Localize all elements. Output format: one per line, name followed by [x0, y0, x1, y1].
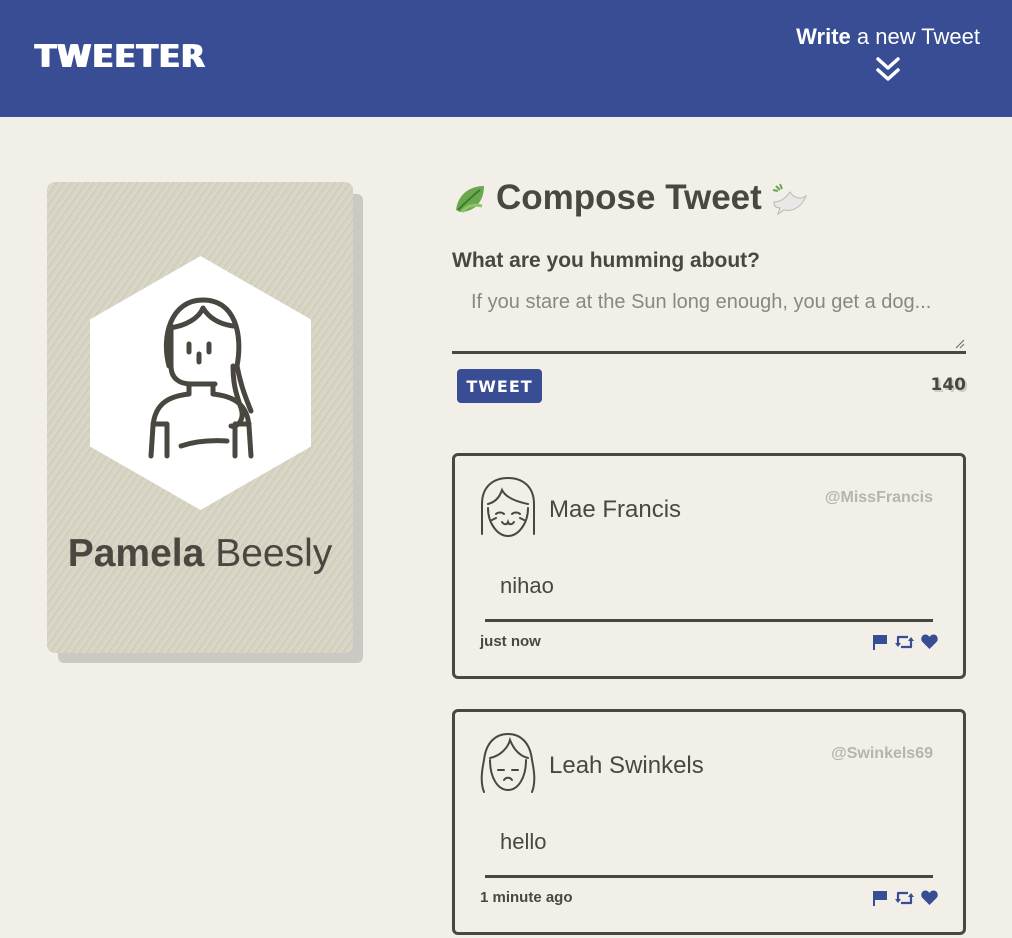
user-avatar-icon — [481, 476, 535, 538]
heart-icon[interactable] — [920, 889, 939, 906]
tweet-submit-button[interactable]: TWEET — [457, 369, 542, 403]
write-new-tweet-toggle[interactable]: Write a new Tweet — [796, 24, 980, 84]
character-counter: 140 — [930, 375, 967, 395]
flag-icon[interactable] — [870, 633, 889, 650]
leaf-icon — [456, 186, 484, 213]
tweet-author-name: Leah Swinkels — [549, 752, 704, 779]
write-label-bold: Write — [796, 24, 851, 49]
retweet-icon[interactable] — [895, 633, 914, 650]
compose-prompt: What are you humming about? — [452, 249, 760, 272]
profile-avatar-frame — [90, 256, 311, 510]
retweet-icon[interactable] — [895, 889, 914, 906]
tweet-card: Leah Swinkels @Swinkels69 hello 1 minute… — [452, 709, 966, 935]
tweet-card: Mae Francis @MissFrancis nihao just now — [452, 453, 966, 679]
brand-logo[interactable]: TWEETER — [35, 39, 206, 75]
tweet-text-input[interactable] — [452, 285, 966, 354]
profile-last-name: Beesly — [215, 532, 333, 575]
tweet-timestamp: just now — [480, 633, 541, 650]
tweet-author-name: Mae Francis — [549, 496, 682, 523]
tweet-author-handle: @MissFrancis — [824, 489, 933, 506]
tweet-author-handle: @Swinkels69 — [831, 745, 933, 762]
profile-card: Pamela Beesly — [47, 182, 353, 653]
dove-icon — [772, 183, 807, 216]
tweet-actions — [870, 633, 939, 650]
compose-title: Compose Tweet — [452, 176, 808, 220]
tweet-divider — [485, 875, 933, 878]
tweet-divider — [485, 619, 933, 622]
tweet-actions — [870, 889, 939, 906]
profile-name: Pamela Beesly — [47, 532, 353, 576]
flag-icon[interactable] — [870, 889, 889, 906]
profile-first-name: Pamela — [67, 532, 205, 575]
compose-title-text: Compose Tweet — [496, 178, 762, 217]
profile-avatar-icon — [148, 297, 254, 459]
tweet-timestamp: 1 minute ago — [480, 889, 573, 906]
tweet-text: hello — [500, 829, 547, 854]
write-label-rest: a new Tweet — [850, 24, 980, 49]
resize-grip-icon[interactable] — [955, 339, 965, 349]
tweet-text: nihao — [500, 573, 554, 598]
top-nav: TWEETER Write a new Tweet — [0, 0, 1012, 117]
double-chevron-down-icon[interactable] — [875, 56, 901, 84]
user-avatar-icon — [480, 732, 536, 793]
heart-icon[interactable] — [920, 633, 939, 650]
